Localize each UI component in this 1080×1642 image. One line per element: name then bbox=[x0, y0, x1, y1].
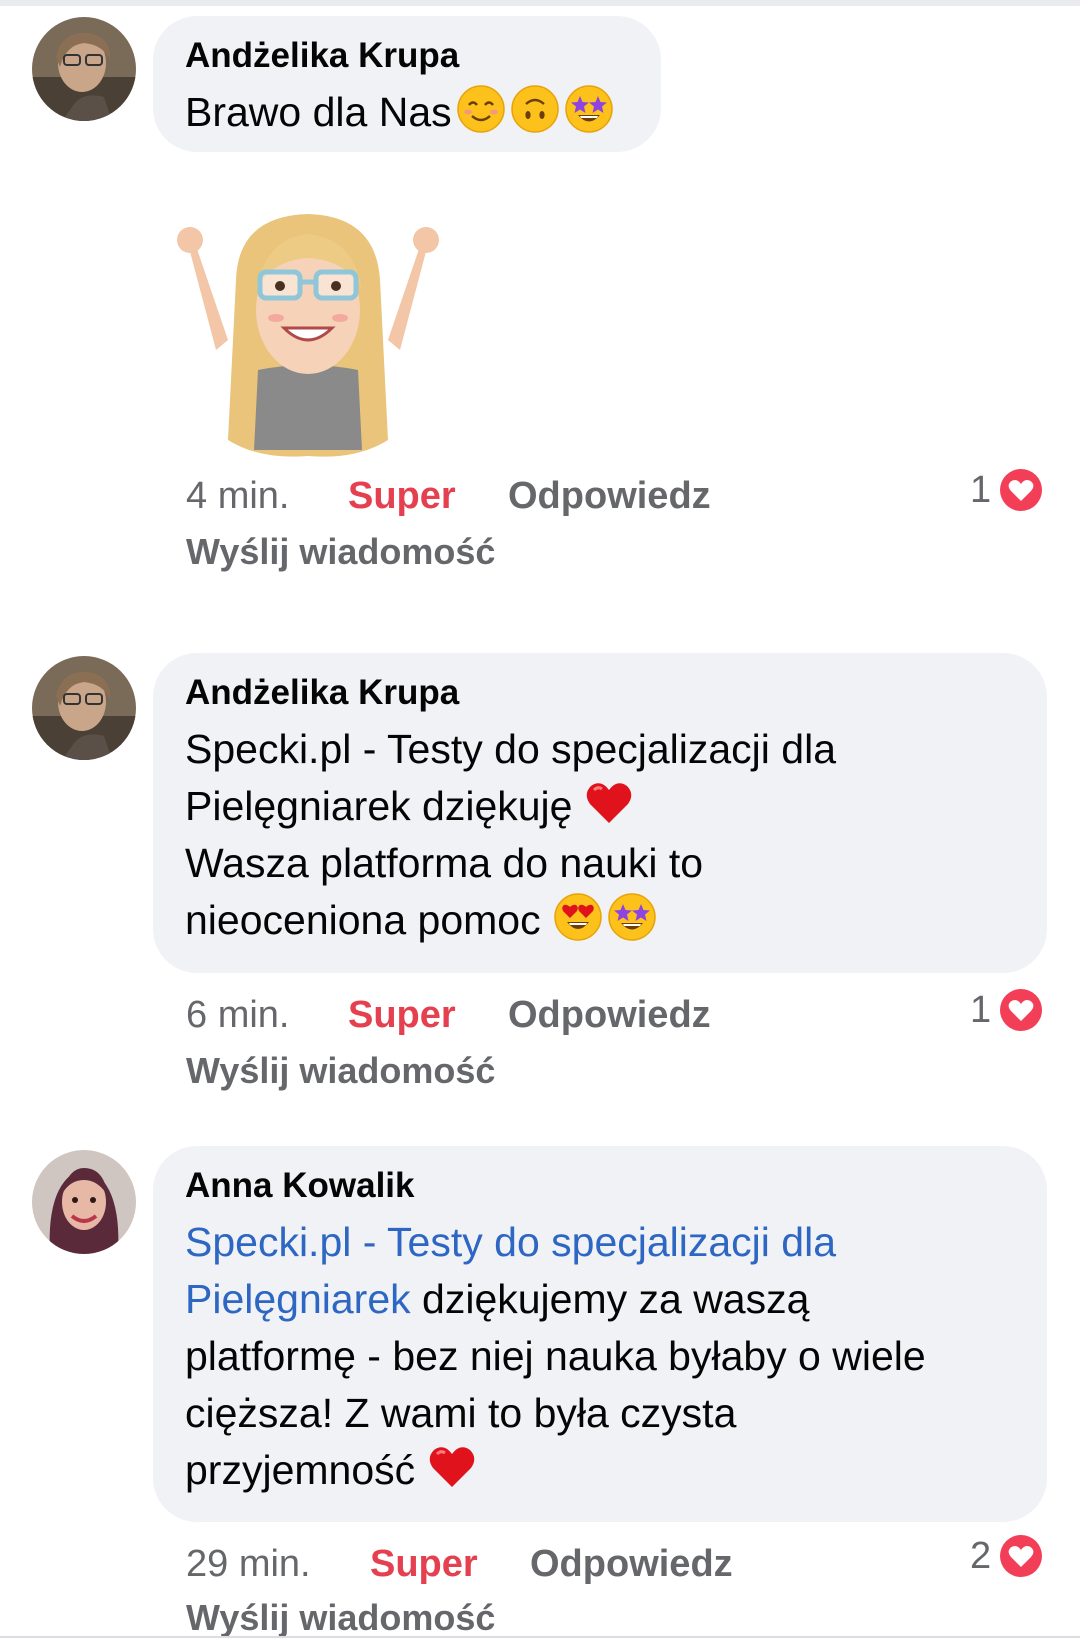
comment-author[interactable]: Anna Kowalik bbox=[185, 1166, 1015, 1206]
page-mention-link[interactable]: Pielęgniarek bbox=[185, 1276, 411, 1322]
comment-text: Brawo dla Nas bbox=[185, 84, 629, 141]
comment-timestamp[interactable]: 4 min. bbox=[186, 474, 289, 518]
avatar-sticker-arms-raised-icon bbox=[177, 214, 439, 457]
reaction-summary[interactable]: 1 bbox=[970, 466, 1043, 514]
love-reaction-icon bbox=[999, 988, 1043, 1032]
super-reaction-button[interactable]: Super bbox=[370, 1542, 478, 1586]
bottom-divider bbox=[0, 1636, 1080, 1638]
reaction-count: 1 bbox=[970, 988, 992, 1031]
send-message-button[interactable]: Wyślij wiadomość bbox=[186, 1596, 495, 1640]
star-struck-icon bbox=[564, 84, 614, 134]
heart-eyes-icon bbox=[553, 892, 603, 942]
reaction-count: 2 bbox=[970, 1534, 992, 1577]
comment-timestamp[interactable]: 6 min. bbox=[186, 993, 289, 1037]
avatar[interactable] bbox=[32, 656, 136, 760]
comment-author[interactable]: Andżelika Krupa bbox=[185, 673, 1015, 713]
send-message-button[interactable]: Wyślij wiadomość bbox=[186, 1049, 495, 1093]
comment-bubble[interactable]: Andżelika Krupa Brawo dla Nas bbox=[153, 16, 661, 152]
smiling-face-icon bbox=[456, 84, 506, 134]
reply-button[interactable]: Odpowiedz bbox=[508, 474, 711, 518]
profile-photo-icon bbox=[32, 1150, 136, 1254]
comment-bubble[interactable]: Anna Kowalik Specki.pl - Testy do specja… bbox=[153, 1146, 1047, 1522]
reaction-summary[interactable]: 2 bbox=[970, 1532, 1043, 1580]
reaction-summary[interactable]: 1 bbox=[970, 986, 1043, 1034]
comment-text: Specki.pl - Testy do specjalizacji dla P… bbox=[185, 726, 836, 943]
avatar-sticker[interactable] bbox=[176, 210, 440, 478]
top-divider bbox=[0, 0, 1080, 6]
reaction-count: 1 bbox=[970, 468, 992, 511]
super-reaction-button[interactable]: Super bbox=[348, 474, 456, 518]
red-heart-icon bbox=[584, 778, 634, 828]
avatar[interactable] bbox=[32, 17, 136, 121]
avatar[interactable] bbox=[32, 1150, 136, 1254]
reply-button[interactable]: Odpowiedz bbox=[530, 1542, 733, 1586]
star-struck-icon bbox=[607, 892, 657, 942]
red-heart-icon bbox=[427, 1442, 477, 1492]
profile-photo-icon bbox=[32, 17, 136, 121]
comment-timestamp[interactable]: 29 min. bbox=[186, 1542, 311, 1586]
send-message-button[interactable]: Wyślij wiadomość bbox=[186, 530, 495, 574]
reply-button[interactable]: Odpowiedz bbox=[508, 993, 711, 1037]
comment-bubble[interactable]: Andżelika Krupa Specki.pl - Testy do spe… bbox=[153, 653, 1047, 973]
super-reaction-button[interactable]: Super bbox=[348, 993, 456, 1037]
upside-down-face-icon bbox=[510, 84, 560, 134]
comment-text: Specki.pl - Testy do specjalizacji dla P… bbox=[185, 1214, 1015, 1499]
page-mention-link[interactable]: Specki.pl - Testy do specjalizacji dla bbox=[185, 1214, 1015, 1271]
profile-photo-icon bbox=[32, 656, 136, 760]
love-reaction-icon bbox=[999, 468, 1043, 512]
comment-author[interactable]: Andżelika Krupa bbox=[185, 36, 629, 76]
love-reaction-icon bbox=[999, 1534, 1043, 1578]
